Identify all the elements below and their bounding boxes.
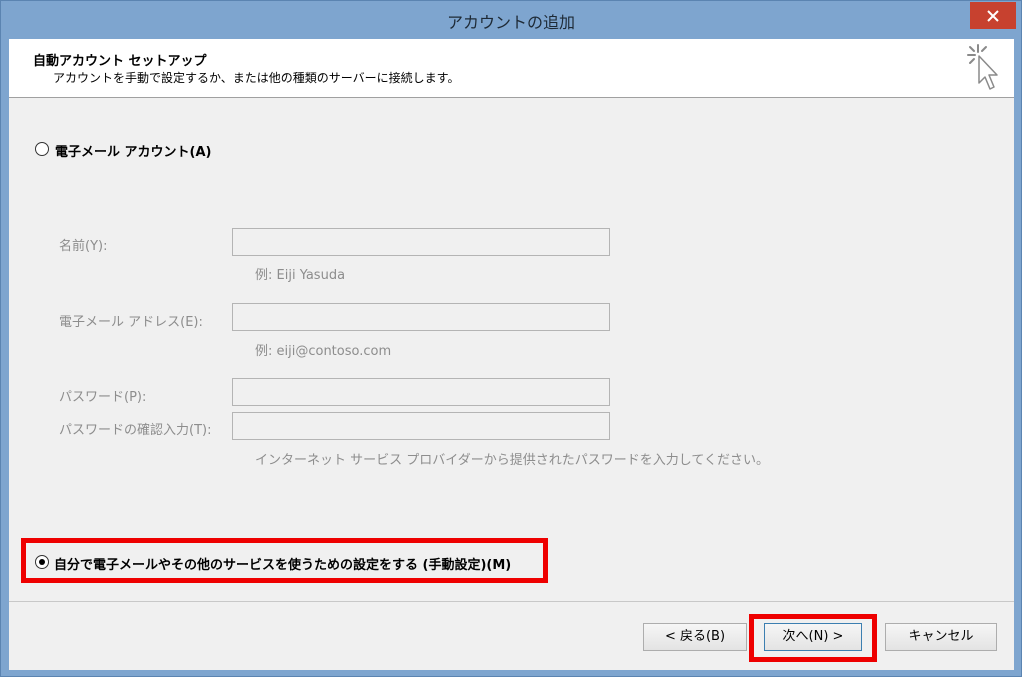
add-account-dialog: アカウントの追加 自動アカウント セットアップ アカウントを手動で設定するか、ま… xyxy=(0,0,1022,677)
header-title: 自動アカウント セットアップ xyxy=(33,54,207,69)
email-address-hint: 例: eiji@contoso.com xyxy=(255,344,392,359)
cancel-button[interactable]: キャンセル xyxy=(885,623,997,651)
back-button[interactable]: < 戻る(B) xyxy=(643,623,747,651)
next-button-highlight: 次へ(N) > xyxy=(749,614,877,662)
next-button[interactable]: 次へ(N) > xyxy=(764,623,862,651)
header-subtitle: アカウントを手動で設定するか、または他の種類のサーバーに接続します。 xyxy=(53,71,460,85)
password-confirm-input[interactable] xyxy=(232,412,610,440)
name-label: 名前(Y): xyxy=(59,239,108,254)
password-label: パスワード(P): xyxy=(59,390,147,405)
password-confirm-label: パスワードの確認入力(T): xyxy=(59,423,212,438)
name-hint: 例: Eiji Yasuda xyxy=(255,268,346,283)
close-button[interactable] xyxy=(970,2,1016,29)
manual-setup-option[interactable]: 自分で電子メールやその他のサービスを使うための設定をする (手動設定)(M) xyxy=(21,538,548,583)
password-input[interactable] xyxy=(232,378,610,406)
email-account-label: 電子メール アカウント(A) xyxy=(55,145,212,160)
close-icon xyxy=(987,9,999,22)
window-title: アカウントの追加 xyxy=(446,13,575,32)
email-address-input[interactable] xyxy=(232,303,610,331)
dialog-body: 自動アカウント セットアップ アカウントを手動で設定するか、または他の種類のサー… xyxy=(9,39,1014,670)
title-bar[interactable]: アカウントの追加 xyxy=(1,1,1021,39)
cursor-sparkle-icon xyxy=(966,43,1002,97)
password-hint: インターネット サービス プロバイダーから提供されたパスワードを入力してください… xyxy=(255,453,769,468)
manual-setup-radio[interactable] xyxy=(35,555,49,569)
name-input[interactable] xyxy=(232,228,610,256)
email-address-label: 電子メール アドレス(E): xyxy=(59,315,203,330)
email-account-radio[interactable] xyxy=(35,142,49,156)
header-panel: 自動アカウント セットアップ アカウントを手動で設定するか、または他の種類のサー… xyxy=(9,39,1014,98)
manual-setup-label: 自分で電子メールやその他のサービスを使うための設定をする (手動設定)(M) xyxy=(54,558,512,573)
footer-divider xyxy=(9,601,1014,602)
